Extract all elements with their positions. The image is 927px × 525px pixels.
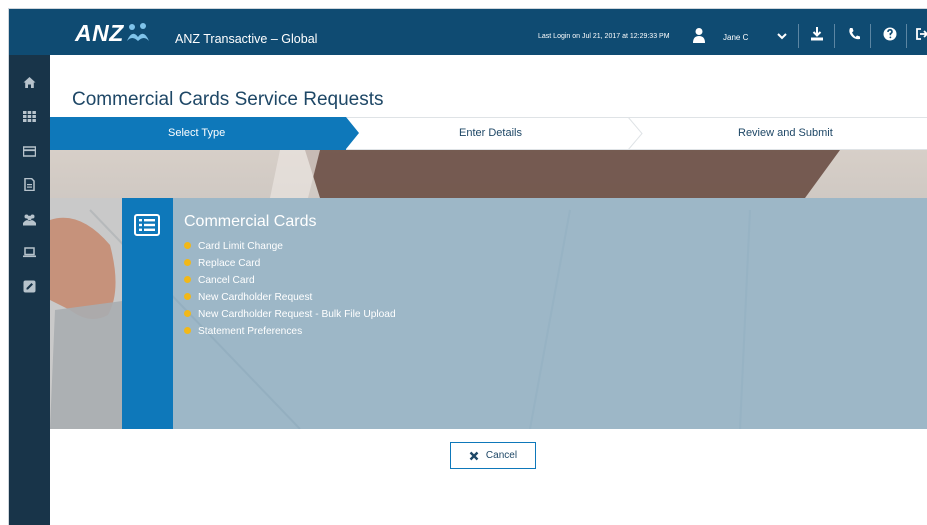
step-label-select-type: Select Type [168, 127, 226, 139]
anz-logo[interactable]: ANZ [75, 20, 150, 47]
cancel-button[interactable]: Cancel [450, 442, 536, 469]
laptop-icon[interactable] [23, 246, 36, 259]
chevron-down-icon[interactable] [776, 30, 788, 42]
list-icon [134, 214, 160, 236]
app-title: ANZ Transactive – Global [175, 32, 318, 46]
logout-icon[interactable] [915, 26, 927, 42]
header-divider [906, 24, 907, 48]
users-icon[interactable] [23, 213, 36, 226]
bullet-icon [184, 242, 191, 249]
list-item-label: Replace Card [198, 258, 261, 269]
header-divider [870, 24, 871, 48]
user-name[interactable]: Jane C [723, 33, 748, 42]
list-item-new-cardholder-request[interactable]: New Cardholder Request [184, 291, 396, 308]
header-divider [798, 24, 799, 48]
bullet-icon [184, 276, 191, 283]
download-icon[interactable] [810, 26, 824, 42]
logo-text: ANZ [75, 20, 124, 46]
progress-steps: Select Type Enter Details Review and Sub… [50, 117, 927, 150]
user-icon[interactable] [692, 27, 706, 43]
list-item-label: Statement Preferences [198, 326, 303, 337]
list-item-label: New Cardholder Request [198, 292, 313, 303]
home-icon[interactable] [23, 76, 36, 89]
list-item-card-limit-change[interactable]: Card Limit Change [184, 240, 396, 257]
step-label-review-submit: Review and Submit [738, 127, 833, 139]
card-icon[interactable] [23, 145, 36, 158]
close-icon [469, 451, 479, 460]
anz-people-icon [126, 22, 149, 41]
hero-background: Commercial Cards Card Limit Change Repla… [50, 150, 927, 429]
phone-icon[interactable] [847, 26, 861, 42]
list-item-cancel-card[interactable]: Cancel Card [184, 274, 396, 291]
step-active-arrow [346, 117, 359, 149]
panel-icon-bar [122, 198, 173, 429]
document-icon[interactable] [23, 178, 36, 191]
list-item-label: Card Limit Change [198, 241, 283, 252]
bullet-icon [184, 310, 191, 317]
bullet-icon [184, 259, 191, 266]
sidebar [9, 55, 50, 525]
service-request-list: Card Limit Change Replace Card Cancel Ca… [184, 240, 396, 342]
top-header: ANZ ANZ Transactive – Global Last Login … [9, 9, 927, 55]
app-window: ANZ ANZ Transactive – Global Last Login … [0, 0, 927, 525]
edit-icon[interactable] [23, 280, 36, 293]
list-item-replace-card[interactable]: Replace Card [184, 257, 396, 274]
list-item-label: New Cardholder Request - Bulk File Uploa… [198, 309, 396, 320]
panel-heading: Commercial Cards [184, 213, 317, 230]
bullet-icon [184, 327, 191, 334]
help-icon[interactable] [883, 26, 897, 42]
cancel-label: Cancel [485, 450, 518, 461]
step-label-enter-details: Enter Details [459, 127, 522, 139]
list-item-bulk-file-upload[interactable]: New Cardholder Request - Bulk File Uploa… [184, 308, 396, 325]
header-divider [834, 24, 835, 48]
list-item-statement-preferences[interactable]: Statement Preferences [184, 325, 396, 342]
list-item-label: Cancel Card [198, 275, 255, 286]
page-title: Commercial Cards Service Requests [72, 89, 384, 110]
bullet-icon [184, 293, 191, 300]
step-chevron-separator [627, 117, 643, 150]
apps-grid-icon[interactable] [23, 110, 36, 123]
last-login-text: Last Login on Jul 21, 2017 at 12:29:33 P… [538, 33, 670, 40]
